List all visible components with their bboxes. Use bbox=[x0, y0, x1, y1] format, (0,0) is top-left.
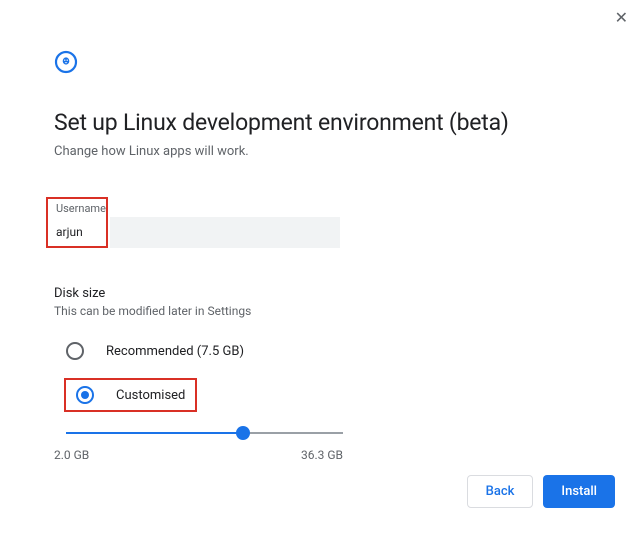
radio-customised-label: Customised bbox=[116, 388, 185, 403]
slider-min-label: 2.0 GB bbox=[54, 448, 89, 462]
disk-size-title: Disk size bbox=[54, 286, 586, 301]
username-input-extended[interactable] bbox=[110, 217, 340, 248]
disk-size-slider[interactable] bbox=[66, 432, 343, 434]
radio-recommended-label: Recommended (7.5 GB) bbox=[106, 344, 244, 359]
page-subtitle: Change how Linux apps will work. bbox=[54, 144, 586, 159]
radio-icon bbox=[66, 342, 84, 360]
install-button[interactable]: Install bbox=[543, 475, 615, 508]
back-button[interactable]: Back bbox=[467, 475, 534, 508]
slider-max-label: 36.3 GB bbox=[301, 448, 343, 462]
page-title: Set up Linux development environment (be… bbox=[54, 109, 586, 136]
radio-recommended[interactable]: Recommended (7.5 GB) bbox=[54, 336, 586, 366]
linux-penguin-icon bbox=[54, 50, 78, 74]
username-highlight: Username bbox=[46, 197, 108, 248]
close-icon[interactable]: ✕ bbox=[615, 10, 628, 26]
username-section: Username bbox=[54, 197, 586, 286]
username-input[interactable] bbox=[54, 219, 102, 246]
username-label: Username bbox=[56, 202, 106, 215]
disk-size-description: This can be modified later in Settings bbox=[54, 304, 586, 318]
disk-size-section: Disk size This can be modified later in … bbox=[54, 286, 586, 462]
radio-icon bbox=[76, 386, 94, 404]
slider-thumb[interactable] bbox=[236, 426, 250, 440]
dialog-footer: Back Install bbox=[467, 475, 615, 508]
radio-customised[interactable]: Customised bbox=[64, 378, 197, 412]
